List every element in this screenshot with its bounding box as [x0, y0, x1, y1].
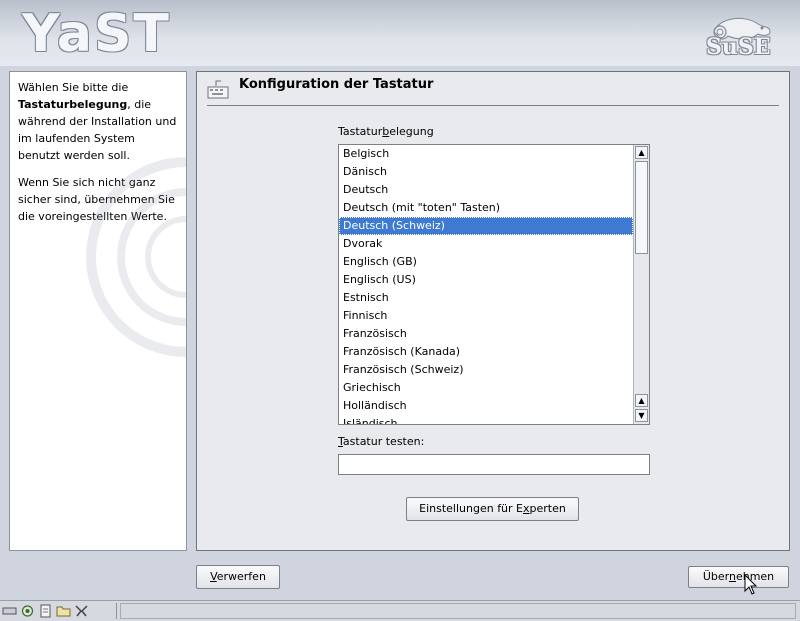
layout-list-item[interactable]: Deutsch (Schweiz) — [339, 217, 633, 235]
yast-header: YaST SuSE — [0, 0, 800, 66]
keyboard-layout-label: Tastaturbelegung — [338, 125, 434, 138]
background-swirl-icon — [86, 157, 186, 357]
layout-list-item[interactable]: Finnisch — [339, 307, 633, 325]
keyboard-test-label: Tastatur testen: — [338, 435, 425, 448]
help-panel: Wählen Sie bitte die Tastaturbelegung, d… — [9, 71, 187, 551]
layout-list-item[interactable]: Belgisch — [339, 145, 633, 163]
document-icon[interactable] — [38, 604, 53, 618]
yast-logo: YaST — [22, 4, 171, 64]
scroll-up-top-button[interactable]: ▲ — [635, 146, 648, 159]
drive-icon[interactable] — [2, 604, 17, 618]
mouse-cursor-icon — [744, 574, 758, 595]
globe-icon[interactable] — [20, 604, 35, 618]
tools-icon[interactable] — [74, 604, 89, 618]
layout-list-item[interactable]: Holländisch — [339, 397, 633, 415]
taskbar-window-area[interactable] — [120, 603, 796, 619]
layout-list-item[interactable]: Französisch — [339, 325, 633, 343]
layout-list-item[interactable]: Deutsch (mit "toten" Tasten) — [339, 199, 633, 217]
layout-list-items: Belgisch Dänisch Deutsch Deutsch (mit "tote… — [339, 145, 633, 424]
scroll-up-button[interactable]: ▲ — [635, 394, 648, 407]
taskbar-quicklaunch — [2, 603, 89, 619]
main-panel: Konfiguration der Tastatur Tastaturbeleg… — [196, 71, 790, 551]
layout-list-item[interactable]: Isländisch — [339, 415, 633, 424]
title-divider — [207, 105, 779, 106]
expert-settings-button[interactable]: Einstellungen für Experten — [406, 497, 579, 521]
layout-list-item[interactable]: Französisch (Kanada) — [339, 343, 633, 361]
keyboard-layout-list[interactable]: Belgisch Dänisch Deutsch Deutsch (mit "tote… — [338, 144, 650, 425]
layout-list-item[interactable]: Griechisch — [339, 379, 633, 397]
layout-list-item[interactable]: Dvorak — [339, 235, 633, 253]
keyboard-test-input[interactable] — [338, 454, 650, 475]
discard-button[interactable]: Verwerfen — [196, 565, 280, 589]
layout-list-item[interactable]: Englisch (GB) — [339, 253, 633, 271]
layout-list-item[interactable]: Estnisch — [339, 289, 633, 307]
taskbar — [0, 600, 800, 621]
folder-icon[interactable] — [56, 604, 71, 618]
scroll-down-button[interactable]: ▼ — [635, 409, 648, 422]
layout-list-item[interactable]: Dänisch — [339, 163, 633, 181]
layout-list-scrollbar[interactable]: ▲ ▲ ▼ — [633, 145, 649, 424]
layout-list-item[interactable]: Englisch (US) — [339, 271, 633, 289]
keyboard-icon — [207, 80, 229, 99]
layout-list-item[interactable]: Französisch (Schweiz) — [339, 361, 633, 379]
scrollbar-thumb[interactable] — [635, 161, 648, 254]
layout-list-item[interactable]: Deutsch — [339, 181, 633, 199]
taskbar-separator — [116, 603, 117, 619]
page-title: Konfiguration der Tastatur — [239, 77, 434, 92]
suse-logo-text: SuSE — [706, 34, 771, 60]
accept-button[interactable]: Übernehmen — [688, 566, 789, 588]
